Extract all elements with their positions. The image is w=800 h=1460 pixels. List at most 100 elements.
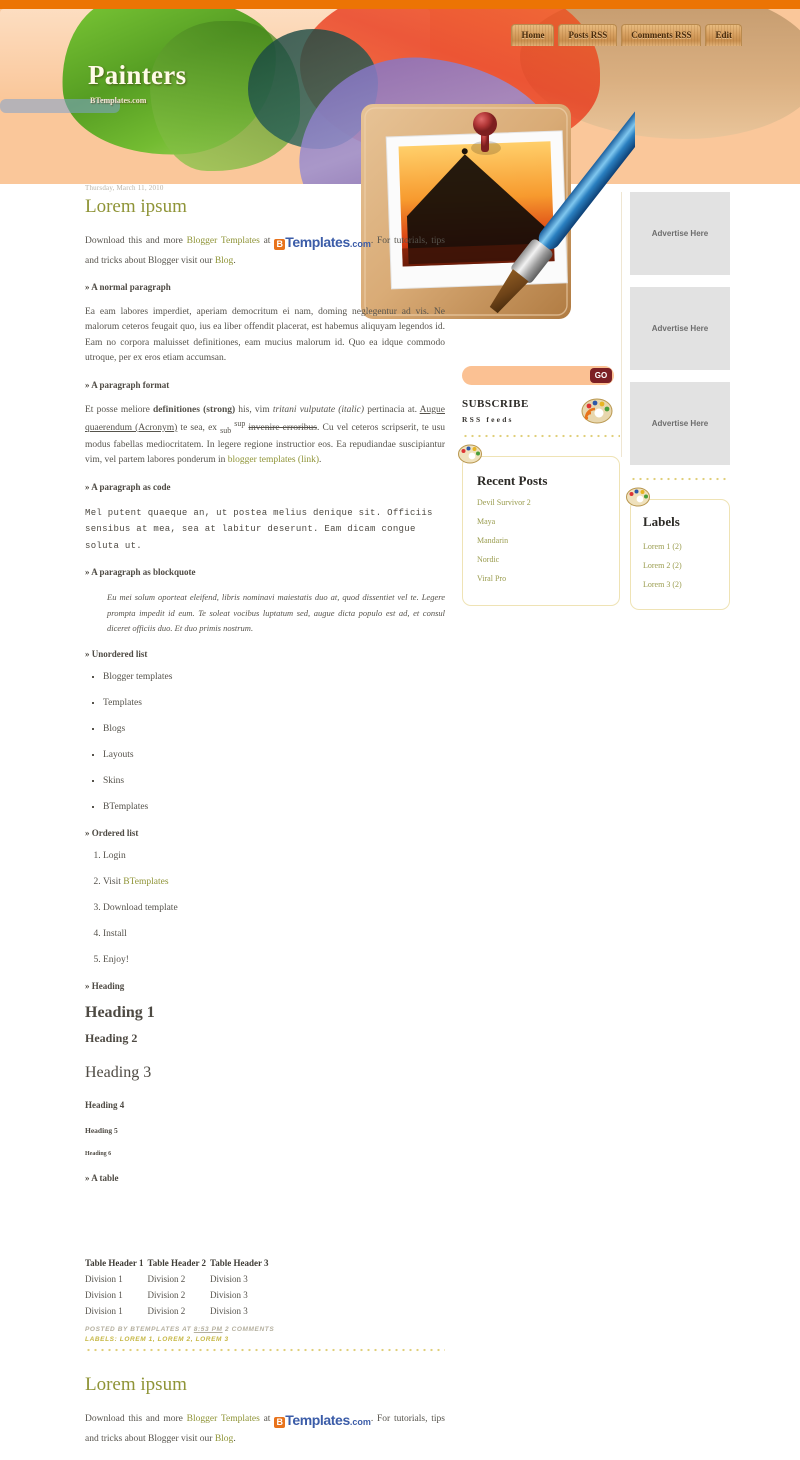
list-item: Lorem 2 (2) xyxy=(643,559,717,571)
nav-item-home[interactable]: Home xyxy=(511,24,555,46)
blog-post-2: Lorem ipsum Download this and more Blogg… xyxy=(85,1374,445,1447)
blogger-templates-link[interactable]: Blogger Templates xyxy=(187,236,260,246)
post-intro: Download this and more Blogger Templates… xyxy=(85,1409,445,1447)
section-head-normal-paragraph: » A normal paragraph xyxy=(85,282,171,293)
search-box: GO xyxy=(462,366,614,385)
ad-slot-1[interactable]: Advertise Here xyxy=(630,192,730,275)
comments-link[interactable]: 2 COMMENTS xyxy=(223,1326,275,1333)
recent-post-link[interactable]: Nordic xyxy=(477,555,499,564)
table-cell: Division 3 xyxy=(210,1274,248,1285)
intro-text-pre: Download this and more xyxy=(85,236,187,246)
intro-text-end: . xyxy=(233,255,236,266)
ordered-list: Login Visit BTemplates Download template… xyxy=(85,851,445,965)
table-row: Division 1 Division 2 Division 3 xyxy=(85,1303,273,1319)
fmt-4: te sea, ex xyxy=(177,423,221,434)
ad-slot-3[interactable]: Advertise Here xyxy=(630,382,730,465)
post-title[interactable]: Lorem ipsum xyxy=(85,1374,445,1396)
sample-table: Table Header 1 Table Header 2 Table Head… xyxy=(85,1258,273,1319)
recent-post-link[interactable]: Maya xyxy=(477,517,495,526)
sidebar-divider xyxy=(462,434,620,438)
rss-palette-icon[interactable] xyxy=(580,394,614,426)
format-paragraph-text: Et posse meliore definitiones (strong) h… xyxy=(85,403,445,469)
list-item: Maya xyxy=(477,515,605,527)
labels-list: Lorem 1 (2) Lorem 2 (2) Lorem 3 (2) xyxy=(643,540,717,590)
table-cell: Division 2 xyxy=(147,1306,186,1317)
btemplates-link[interactable]: BTemplates xyxy=(123,877,168,887)
fmt-6: . xyxy=(319,455,322,466)
recent-post-link[interactable]: Viral Pro xyxy=(477,574,506,583)
list-item: BTemplates xyxy=(103,802,445,812)
table-cell: Division 1 xyxy=(85,1306,123,1317)
labels-widget: Labels Lorem 1 (2) Lorem 2 (2) Lorem 3 (… xyxy=(626,487,730,610)
recent-posts-title: Recent Posts xyxy=(477,473,548,488)
post-meta-line: POSTED BY BTEMPLATES AT 8:53 PM 2 COMMEN… xyxy=(85,1325,445,1335)
list-item: Visit BTemplates xyxy=(103,877,445,887)
code-paragraph: Mel putent quaeque an, ut postea melius … xyxy=(85,507,433,551)
fmt-link[interactable]: blogger templates (link) xyxy=(228,455,319,465)
section-head-paragraph-format: » A paragraph format xyxy=(85,379,170,390)
list-item: Blogger templates xyxy=(103,672,445,682)
unordered-list: Blogger templates Templates Blogs Layout… xyxy=(85,672,445,812)
heading-4: Heading 4 xyxy=(85,1100,125,1111)
label-link[interactable]: Lorem 2 (2) xyxy=(643,561,682,570)
post-column: Thursday, March 11, 2010 Lorem ipsum Dow… xyxy=(85,184,445,1460)
site-header: Painters BTemplates.com Home Posts RSS C… xyxy=(0,9,800,184)
intro-text-mid: at xyxy=(259,1413,275,1424)
table-cell: Division 1 xyxy=(85,1290,123,1301)
recent-post-link[interactable]: Devil Survivor 2 xyxy=(477,498,531,507)
palette-icon xyxy=(626,487,650,507)
section-head-heading: » Heading xyxy=(85,981,125,992)
blogger-templates-link[interactable]: Blogger Templates xyxy=(187,1414,260,1424)
post-time-link[interactable]: 8:53 PM xyxy=(194,1326,223,1333)
nav-item-edit[interactable]: Edit xyxy=(705,24,742,46)
heading-6: Heading 6 xyxy=(85,1151,112,1158)
section-head-blockquote: » A paragraph as blockquote xyxy=(85,567,196,578)
table-header-cell: Table Header 1 xyxy=(85,1258,144,1269)
post-intro: Download this and more Blogger Templates… xyxy=(85,231,445,269)
intro-text-end: . xyxy=(233,1433,236,1444)
fmt-subscript: sub xyxy=(220,425,232,435)
ad-slot-2[interactable]: Advertise Here xyxy=(630,287,730,370)
blog-link[interactable]: Blog xyxy=(215,1434,233,1444)
list-item: Skins xyxy=(103,776,445,786)
section-head-ordered-list: » Ordered list xyxy=(85,828,139,839)
sidebar-right: Advertise Here Advertise Here Advertise … xyxy=(621,192,730,610)
heading-5: Heading 5 xyxy=(85,1126,118,1136)
table-row: Division 1 Division 2 Division 3 xyxy=(85,1287,273,1303)
table-cell: Division 3 xyxy=(210,1290,248,1301)
subscribe-widget: SUBSCRIBE RSS feeds xyxy=(462,398,620,432)
post-date: Thursday, March 11, 2010 xyxy=(85,184,164,192)
table-cell: Division 1 xyxy=(85,1274,123,1285)
fmt-italic: tritani vulputate (italic) xyxy=(272,404,365,415)
search-go-button[interactable]: GO xyxy=(590,368,612,383)
label-link[interactable]: Lorem 1 (2) xyxy=(643,542,682,551)
table-cell: Division 3 xyxy=(210,1306,248,1317)
ol-item2-pre: Visit xyxy=(103,877,124,888)
table-header-cell: Table Header 3 xyxy=(210,1258,269,1269)
list-item: Templates xyxy=(103,698,445,708)
fmt-1: Et posse meliore xyxy=(85,404,153,415)
btemplates-logo-mark: B xyxy=(274,239,286,250)
top-orange-bar xyxy=(0,0,800,9)
labels-title: Labels xyxy=(643,514,680,529)
list-item: Viral Pro xyxy=(477,572,605,584)
intro-text-pre: Download this and more xyxy=(85,1413,187,1424)
sidebar-separator-line xyxy=(621,192,622,457)
list-item: Install xyxy=(103,929,445,939)
list-item: Layouts xyxy=(103,750,445,760)
nav-item-comments-rss[interactable]: Comments RSS xyxy=(621,24,702,46)
fmt-3: pertinacia at. xyxy=(364,404,420,415)
btemplates-logo-name: Templates xyxy=(285,1411,350,1428)
post-labels-line: LABELS: LOREM 1, LOREM 2, LOREM 3 xyxy=(85,1336,229,1344)
recent-post-link[interactable]: Mandarin xyxy=(477,536,508,545)
search-input[interactable] xyxy=(470,366,580,385)
fmt-2: his, vim xyxy=(235,404,273,415)
blog-link[interactable]: Blog xyxy=(215,256,233,266)
list-item: Download template xyxy=(103,903,445,913)
list-item: Lorem 1 (2) xyxy=(643,540,717,552)
table-header-row: Table Header 1 Table Header 2 Table Head… xyxy=(85,1258,273,1271)
nav-item-posts-rss[interactable]: Posts RSS xyxy=(558,24,618,46)
list-item: Nordic xyxy=(477,553,605,565)
post-title[interactable]: Lorem ipsum xyxy=(85,196,445,218)
label-link[interactable]: Lorem 3 (2) xyxy=(643,580,682,589)
